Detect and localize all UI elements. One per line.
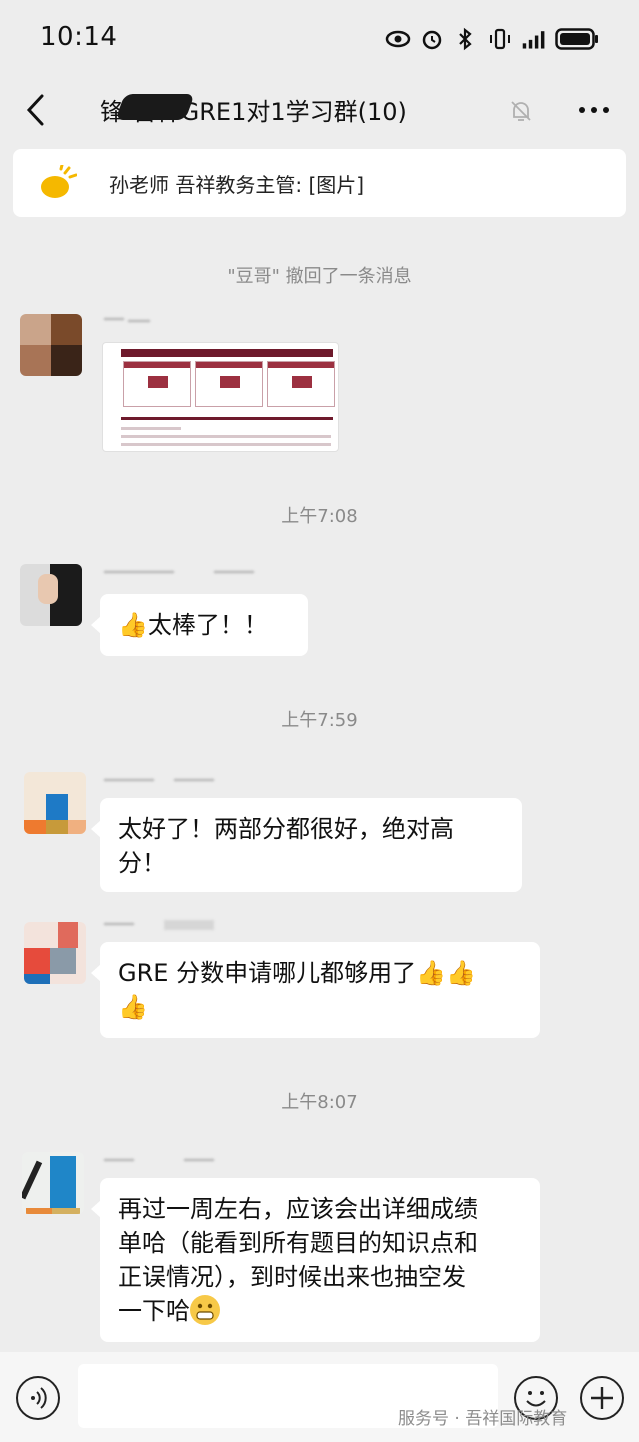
notice-icon bbox=[37, 163, 78, 201]
report-line bbox=[121, 443, 331, 446]
thumbs-up-emoji: 👍 bbox=[118, 611, 148, 639]
message-text-line: 一下哈 bbox=[118, 1297, 190, 1325]
pinned-notice[interactable]: 孙老师 吾祥教务主管: [图片] bbox=[13, 149, 626, 217]
timestamp: 上午7:59 bbox=[281, 710, 358, 731]
avatar[interactable] bbox=[20, 564, 82, 626]
report-card bbox=[267, 361, 335, 407]
message-text-line: GRE 分数申请哪儿都够用了 bbox=[118, 959, 417, 987]
message-text-line: 太好了！两部分都很好，绝对高 bbox=[118, 815, 454, 843]
message-bubble[interactable]: 再过一周左右，应该会出详细成绩 单哈（能看到所有题目的知识点和 正误情况），到时… bbox=[91, 1178, 540, 1342]
status-time: 10:14 bbox=[40, 22, 118, 52]
more-icon[interactable] bbox=[574, 98, 614, 122]
report-line bbox=[121, 435, 331, 438]
status-icons bbox=[385, 26, 599, 52]
battery-icon bbox=[555, 26, 599, 52]
sender-name bbox=[104, 918, 224, 936]
message-bubble[interactable]: 太好了！两部分都很好，绝对高 分！ bbox=[91, 798, 522, 892]
sender-name bbox=[104, 774, 224, 792]
thumbs-up-emoji: 👍 bbox=[118, 993, 148, 1021]
avatar[interactable] bbox=[22, 1152, 84, 1214]
timestamp: 上午7:08 bbox=[281, 506, 358, 527]
message-text-line: 分！ bbox=[118, 849, 166, 877]
grin-emoji bbox=[190, 1295, 220, 1325]
mute-bell-icon bbox=[508, 98, 534, 124]
thumbs-up-emoji: 👍👍 bbox=[416, 959, 476, 987]
report-card bbox=[195, 361, 263, 407]
message-text: 太棒了！！ bbox=[147, 611, 268, 639]
back-arrow-icon[interactable] bbox=[22, 92, 52, 128]
recall-notice: "豆哥" 撤回了一条消息 bbox=[227, 266, 412, 287]
alarm-icon bbox=[419, 26, 445, 52]
chat-header: 锋-吾祥GRE1对1学习群(10) bbox=[0, 80, 639, 140]
sender-name bbox=[104, 1154, 224, 1172]
plus-icon[interactable] bbox=[580, 1376, 624, 1420]
redaction-mark bbox=[115, 94, 195, 120]
voice-icon[interactable] bbox=[16, 1376, 60, 1420]
report-header-bar bbox=[121, 349, 333, 357]
report-divider bbox=[121, 417, 333, 420]
timestamp: 上午8:07 bbox=[281, 1092, 358, 1113]
notice-text: 孙老师 吾祥教务主管: [图片] bbox=[109, 173, 365, 197]
avatar[interactable] bbox=[24, 922, 86, 984]
message-text-line: 再过一周左右，应该会出详细成绩 bbox=[118, 1195, 478, 1223]
watermark: 服务号 · 吾祥国际教育 bbox=[398, 1409, 568, 1429]
vibrate-icon bbox=[487, 26, 513, 52]
eye-icon bbox=[385, 26, 411, 52]
avatar[interactable] bbox=[20, 314, 82, 376]
report-line bbox=[121, 427, 181, 430]
message-bubble[interactable]: 👍太棒了！！ bbox=[91, 594, 308, 656]
signal-icon bbox=[521, 26, 547, 52]
report-card bbox=[123, 361, 191, 407]
sender-name bbox=[104, 314, 152, 332]
message-text-line: 单哈（能看到所有题目的知识点和 bbox=[118, 1229, 478, 1257]
message-text-line: 正误情况），到时候出来也抽空发 bbox=[118, 1263, 466, 1291]
score-report-image[interactable] bbox=[102, 342, 339, 452]
sender-name bbox=[104, 566, 254, 584]
status-bar: 10:14 bbox=[0, 0, 639, 80]
bluetooth-icon bbox=[453, 26, 479, 52]
message-bubble[interactable]: GRE 分数申请哪儿都够用了👍👍 👍 bbox=[91, 942, 540, 1038]
avatar[interactable] bbox=[24, 772, 86, 834]
